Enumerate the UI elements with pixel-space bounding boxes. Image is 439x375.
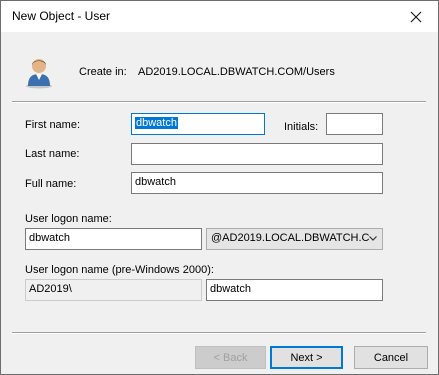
new-user-dialog: New Object - User Create in: AD2019.LOCA… — [0, 0, 439, 375]
create-in-path: AD2019.LOCAL.DBWATCH.COM/Users — [138, 66, 335, 78]
next-button[interactable]: Next > — [270, 346, 343, 369]
full-name-label: Full name: — [25, 178, 77, 190]
title-bar: New Object - User — [1, 1, 438, 32]
initials-field[interactable] — [326, 113, 383, 135]
create-in-label: Create in: — [79, 66, 127, 78]
cancel-button[interactable]: Cancel — [354, 346, 428, 369]
pre2000-logon-field[interactable]: dbwatch — [206, 279, 383, 301]
first-name-label: First name: — [25, 119, 81, 131]
top-separator — [12, 101, 426, 103]
pre2000-domain-field: AD2019\ — [25, 279, 202, 301]
user-icon — [26, 59, 52, 89]
back-button[interactable]: < Back — [195, 346, 266, 369]
logon-name-label: User logon name: — [25, 213, 112, 225]
bottom-separator — [12, 332, 426, 334]
last-name-label: Last name: — [25, 148, 80, 160]
domain-select[interactable]: @AD2019.LOCAL.DBWATCH.C — [206, 228, 383, 250]
domain-selected-value: @AD2019.LOCAL.DBWATCH.C — [211, 232, 370, 244]
first-name-field[interactable]: dbwatch — [131, 113, 265, 135]
window-title: New Object - User — [12, 9, 111, 23]
initials-label: Initials: — [284, 121, 319, 133]
first-name-value: dbwatch — [135, 117, 178, 129]
logon-name-field[interactable]: dbwatch — [25, 228, 202, 250]
close-button[interactable] — [394, 1, 438, 32]
close-icon — [410, 11, 422, 22]
chevron-down-icon — [369, 236, 377, 241]
pre2000-label: User logon name (pre-Windows 2000): — [25, 264, 214, 276]
full-name-field[interactable]: dbwatch — [131, 172, 383, 194]
last-name-field[interactable] — [131, 143, 383, 165]
